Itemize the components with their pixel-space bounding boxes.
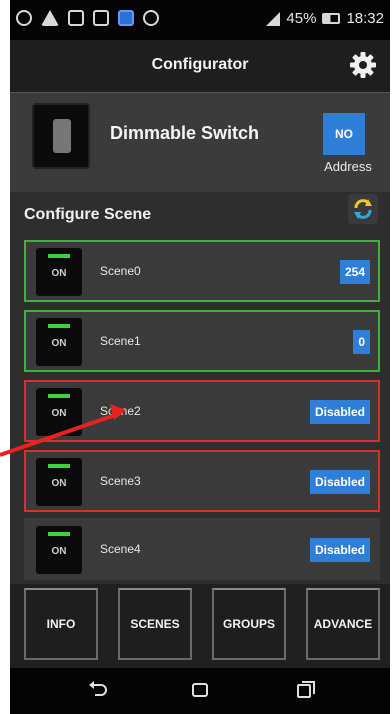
settings-gear-icon[interactable]: [348, 50, 378, 80]
scene-indicator: [48, 532, 70, 536]
tab-scenes[interactable]: SCENES: [118, 588, 192, 660]
section-title: Configure Scene: [24, 206, 152, 223]
status-icons-right: 45% 18:32: [266, 10, 384, 27]
scene-thumbnail: ON: [36, 248, 82, 296]
scene-thumbnail: ON: [36, 318, 82, 366]
scene-thumb-text: ON: [51, 478, 67, 489]
scene-value-button[interactable]: 254: [339, 260, 370, 284]
scene-name: Scene0: [100, 264, 141, 278]
scene-thumb-text: ON: [51, 408, 67, 419]
scene-indicator: [48, 254, 70, 258]
battery-percent: 45%: [286, 10, 317, 27]
scene-value-button[interactable]: Disabled: [309, 538, 370, 562]
scene-indicator: [48, 394, 70, 398]
scene-row-1[interactable]: ON Scene1 0: [24, 310, 380, 372]
signal-icon: [266, 11, 281, 26]
device-thumbnail: [32, 103, 90, 169]
scene-row-3[interactable]: ON Scene3 Disabled: [24, 450, 380, 512]
scene-thumb-text: ON: [51, 338, 67, 349]
recent-apps-icon[interactable]: [294, 678, 318, 702]
usb-icon: [143, 10, 159, 26]
notification-icon: [118, 10, 134, 26]
scene-row-4[interactable]: ON Scene4 Disabled: [24, 518, 380, 580]
device-header: Dimmable Switch NO Address: [10, 92, 390, 192]
scene-thumb-text: ON: [51, 268, 67, 279]
bottom-tab-bar: INFO SCENES GROUPS ADVANCE: [10, 584, 390, 668]
tab-groups[interactable]: GROUPS: [212, 588, 286, 660]
scene-name: Scene1: [100, 334, 141, 348]
scene-indicator: [48, 464, 70, 468]
mail-icon: [93, 10, 109, 26]
scene-name: Scene3: [100, 474, 141, 488]
back-icon[interactable]: [86, 678, 110, 702]
address-button[interactable]: NO: [323, 113, 365, 155]
scene-value-button[interactable]: Disabled: [309, 400, 370, 424]
scene-thumbnail: ON: [36, 388, 82, 436]
address-label: Address: [324, 159, 372, 174]
refresh-icon[interactable]: [348, 194, 378, 224]
image-icon: [68, 10, 84, 26]
scene-indicator: [48, 324, 70, 328]
tab-advance[interactable]: ADVANCE: [306, 588, 380, 660]
warning-icon: [41, 10, 59, 26]
configure-scene-section: Configure Scene ON Scene0 254 ON Scene1 …: [10, 192, 390, 584]
scene-name: Scene2: [100, 404, 141, 418]
status-bar: 45% 18:32: [10, 0, 390, 40]
scene-thumb-text: ON: [51, 546, 67, 557]
scene-row-2[interactable]: ON Scene2 Disabled: [24, 380, 380, 442]
scene-name: Scene4: [100, 542, 141, 556]
clock: 18:32: [346, 10, 384, 27]
scene-row-0[interactable]: ON Scene0 254: [24, 240, 380, 302]
navigation-bar: [10, 668, 390, 714]
status-icons-left: [16, 10, 159, 26]
scene-value-button[interactable]: Disabled: [309, 470, 370, 494]
page-title: Configurator: [151, 56, 249, 73]
switch-icon: [53, 119, 71, 153]
whatsapp-icon: [16, 10, 32, 26]
scene-thumbnail: ON: [36, 526, 82, 574]
app-bar: Configurator: [10, 40, 390, 92]
scene-thumbnail: ON: [36, 458, 82, 506]
phone-screen: 45% 18:32 Configurator Dimmable Switch N…: [10, 0, 390, 714]
home-icon[interactable]: [188, 678, 212, 702]
battery-icon: [322, 13, 341, 24]
scene-value-button[interactable]: 0: [353, 330, 370, 354]
tab-info[interactable]: INFO: [24, 588, 98, 660]
device-name: Dimmable Switch: [110, 123, 260, 143]
